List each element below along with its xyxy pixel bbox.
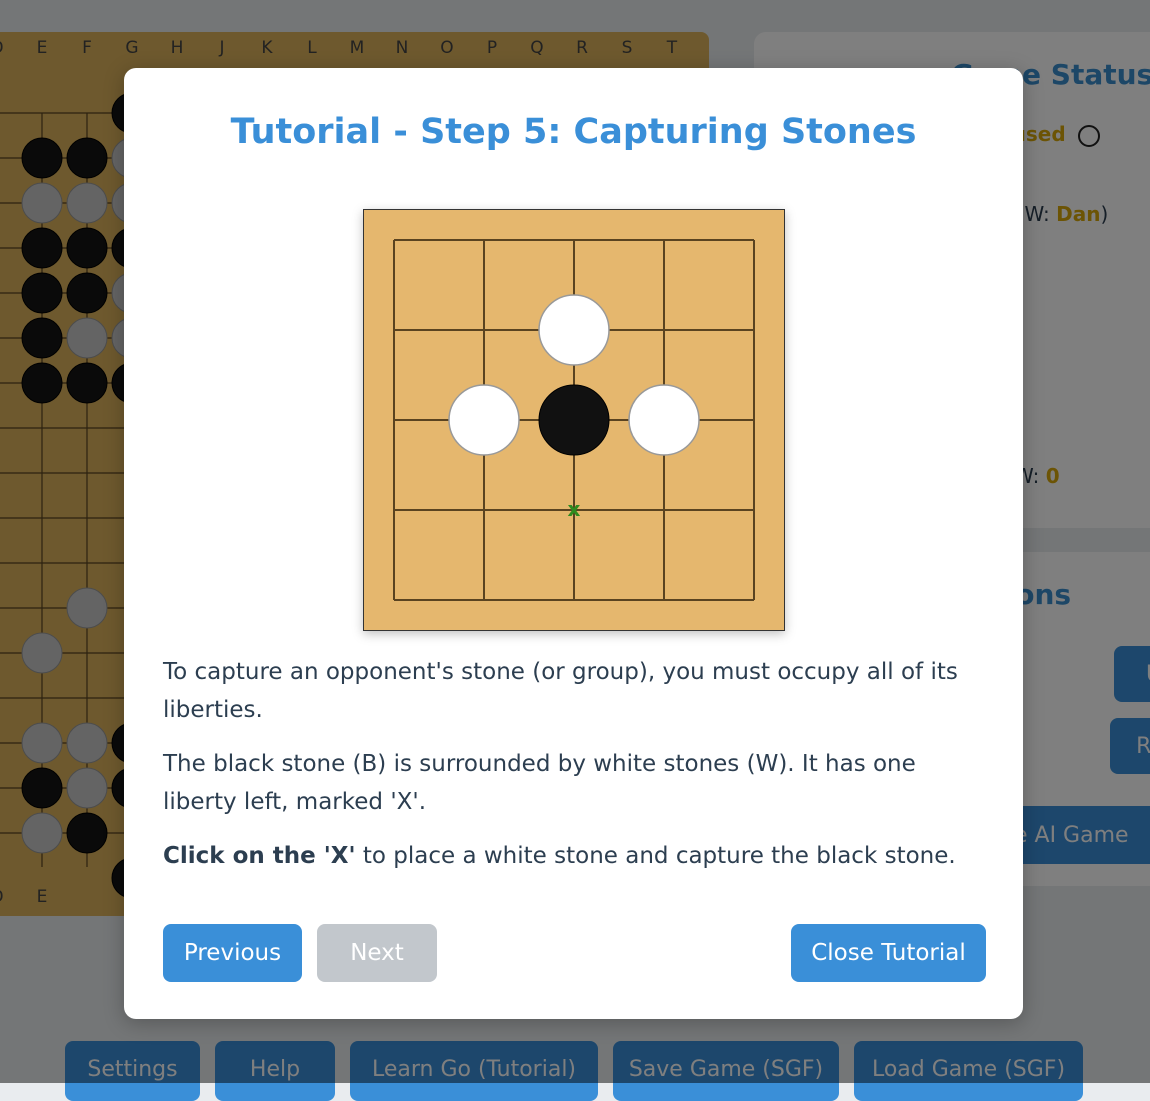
tutorial-board-svg[interactable]: x <box>364 210 784 630</box>
tutorial-title: Tutorial - Step 5: Capturing Stones <box>230 112 917 152</box>
tutorial-instruction-emphasis: Click on the 'X' <box>163 843 356 869</box>
previous-button[interactable]: Previous <box>163 924 302 982</box>
tutorial-paragraph-1: To capture an opponent's stone (or group… <box>163 659 958 723</box>
liberty-target-marker[interactable]: x <box>568 497 581 521</box>
close-tutorial-button[interactable]: Close Tutorial <box>791 924 986 982</box>
tutorial-board[interactable]: x <box>363 209 785 631</box>
tutorial-instruction-rest: to place a white stone and capture the b… <box>355 843 956 869</box>
white-stone <box>628 384 700 456</box>
tutorial-modal: Tutorial - Step 5: Capturing Stones x To… <box>124 68 1023 1019</box>
white-stone <box>538 294 610 366</box>
next-button[interactable]: Next <box>317 924 437 982</box>
black-stone <box>538 384 610 456</box>
tutorial-paragraph-2: The black stone (B) is surrounded by whi… <box>163 751 916 815</box>
tutorial-paragraph-3: Click on the 'X' to place a white stone … <box>163 837 983 875</box>
white-stone <box>448 384 520 456</box>
